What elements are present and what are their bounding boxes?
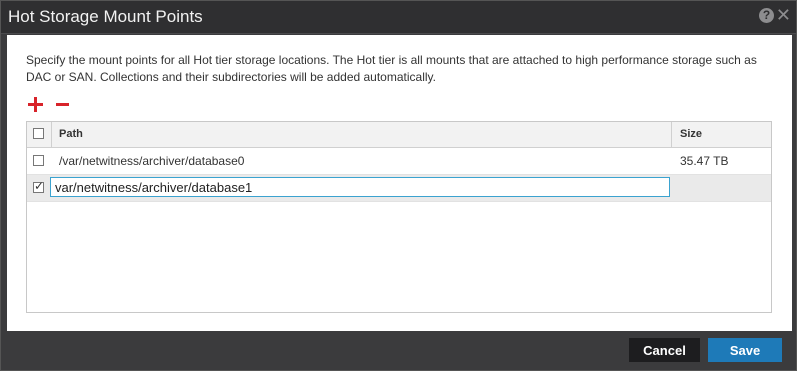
mount-points-table: Path Size /var/netwitness/archiver/datab…	[26, 121, 772, 313]
row-checkbox[interactable]	[33, 155, 44, 166]
help-icon[interactable]: ?	[759, 8, 774, 23]
table-header: Path Size	[27, 122, 771, 148]
column-divider	[671, 122, 672, 147]
hot-storage-dialog: Hot Storage Mount Points ? ✕ Specify the…	[0, 0, 797, 371]
select-all-checkbox[interactable]	[33, 128, 44, 139]
cancel-button[interactable]: Cancel	[629, 338, 700, 362]
size-column-header[interactable]: Size	[680, 128, 702, 140]
column-divider	[51, 122, 52, 147]
dialog-title: Hot Storage Mount Points	[8, 7, 203, 26]
dialog-titlebar: Hot Storage Mount Points ? ✕	[1, 1, 796, 34]
size-cell: 35.47 TB	[680, 154, 729, 168]
table-row[interactable]: /var/netwitness/archiver/database0 35.47…	[27, 148, 771, 175]
remove-mount-point-icon[interactable]	[56, 97, 72, 113]
close-icon[interactable]: ✕	[776, 5, 791, 25]
add-mount-point-icon[interactable]	[28, 97, 44, 113]
dialog-content: Specify the mount points for all Hot tie…	[7, 35, 792, 331]
row-checkbox-checked[interactable]	[33, 179, 44, 193]
path-column-header[interactable]: Path	[59, 128, 83, 140]
save-button[interactable]: Save	[708, 338, 782, 362]
table-row-selected[interactable]	[27, 175, 771, 202]
dialog-description: Specify the mount points for all Hot tie…	[26, 53, 757, 84]
path-cell: /var/netwitness/archiver/database0	[59, 154, 245, 168]
path-edit-input[interactable]	[50, 177, 670, 197]
